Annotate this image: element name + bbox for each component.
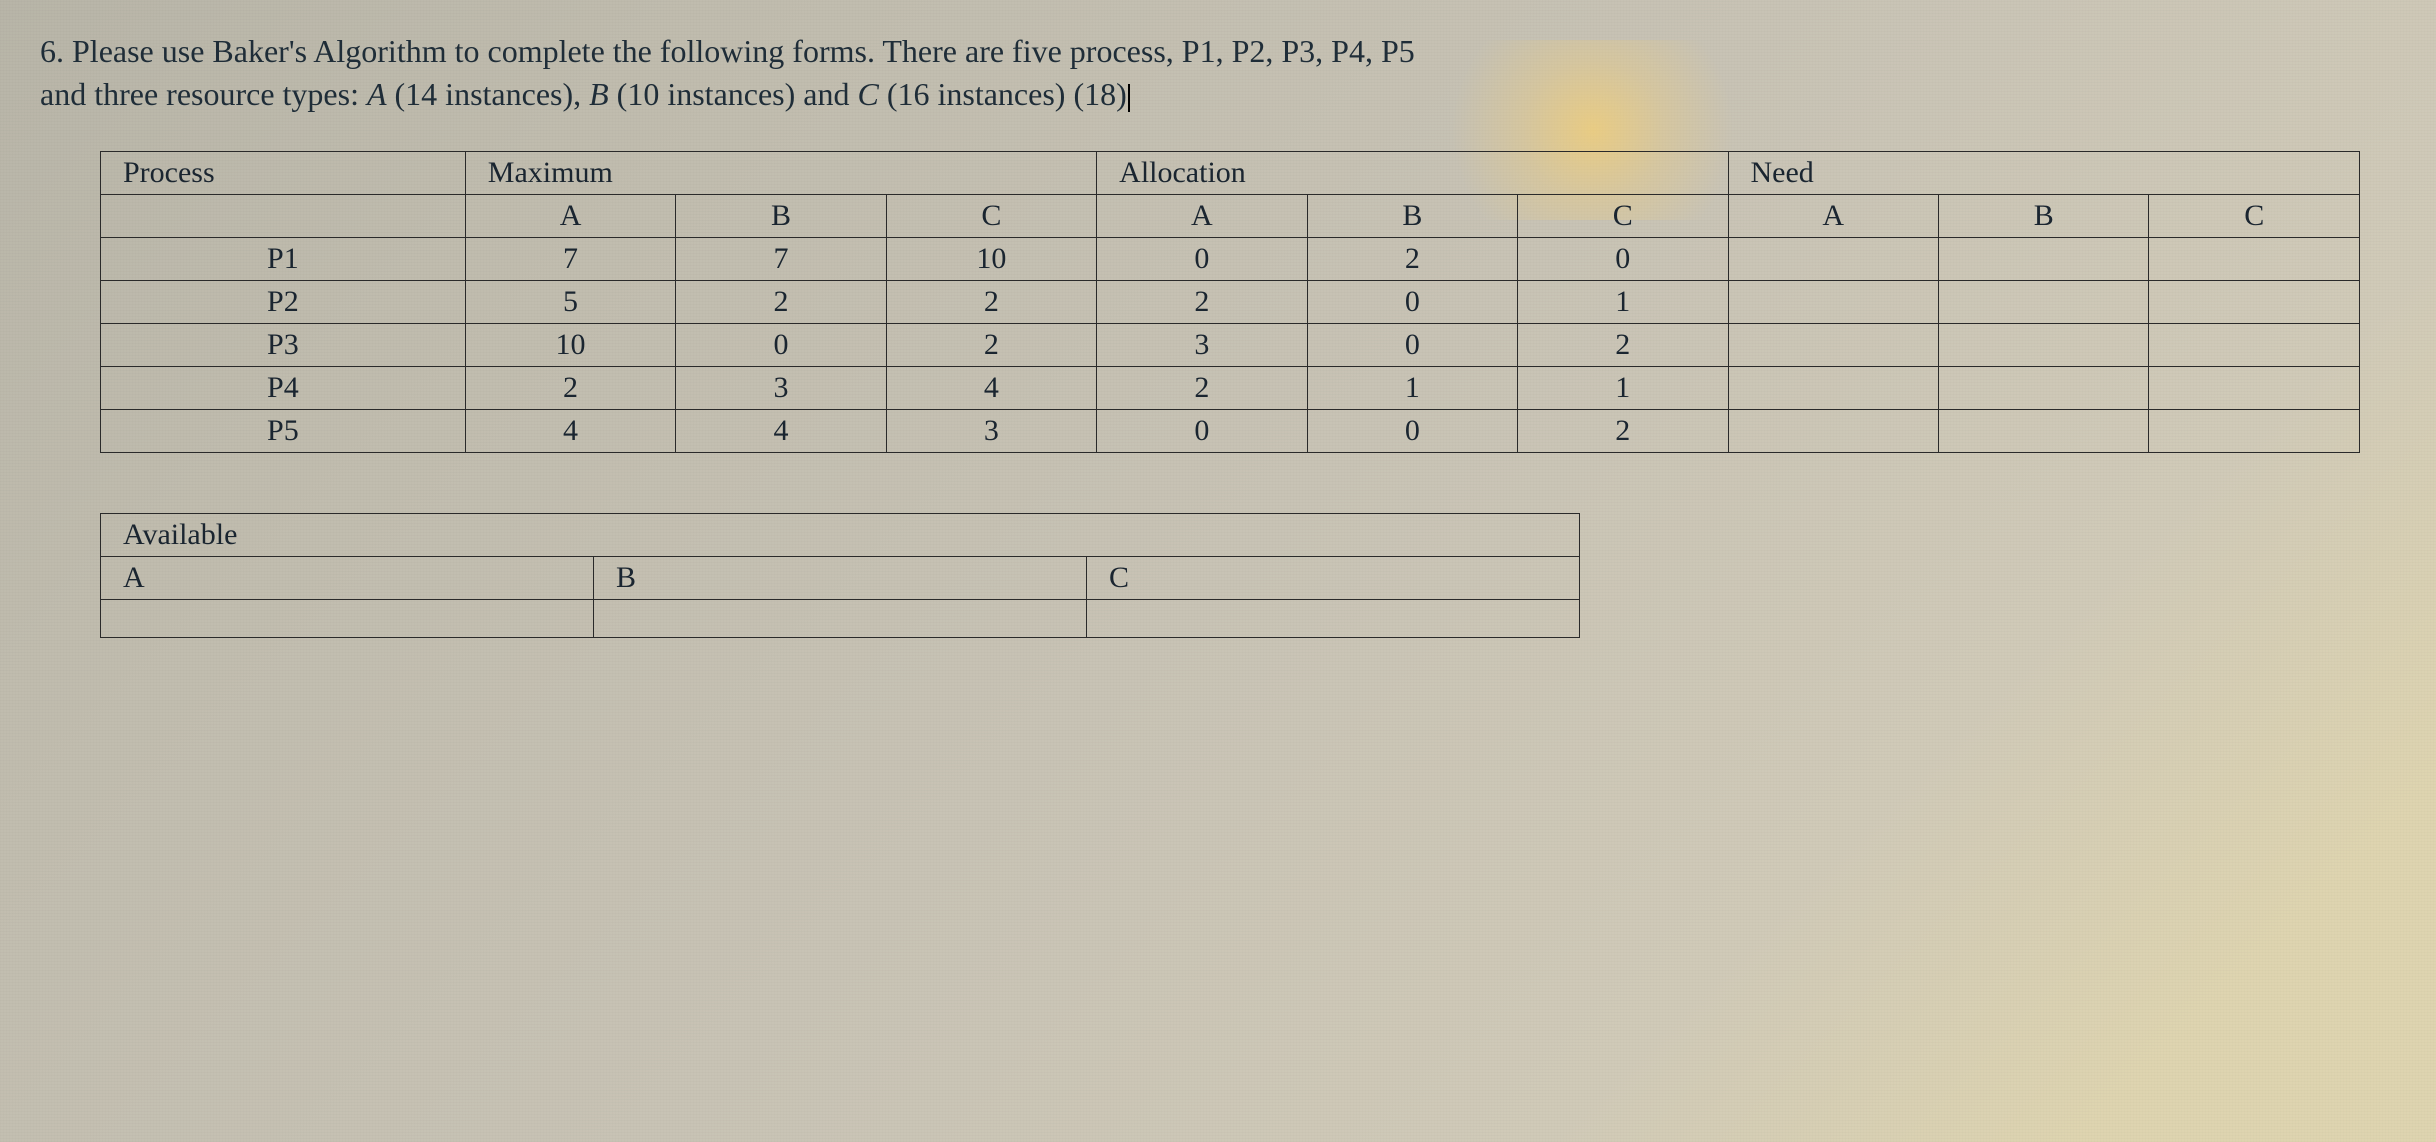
- cell: 4: [676, 410, 886, 453]
- header-process: Process: [101, 152, 466, 195]
- cell: 7: [676, 238, 886, 281]
- main-table: Process Maximum Allocation Need A B C A …: [100, 151, 2360, 453]
- need-cell: [2149, 410, 2360, 453]
- question-part1: Please use Baker's Algorithm to complete…: [72, 33, 1415, 69]
- header-allocation: Allocation: [1097, 152, 1728, 195]
- table-row: P2 5 2 2 2 0 1: [101, 281, 2360, 324]
- avail-b-cell: [594, 600, 1087, 638]
- cell: 0: [676, 324, 886, 367]
- max-b-header: B: [676, 195, 886, 238]
- avail-a-cell: [101, 600, 594, 638]
- question-number: 6.: [40, 33, 64, 69]
- cell: 2: [886, 281, 1096, 324]
- avail-b-header: B: [594, 557, 1087, 600]
- cell: 0: [1097, 410, 1307, 453]
- alloc-c-header: C: [1518, 195, 1728, 238]
- cell: 10: [886, 238, 1096, 281]
- available-header-row: Available: [101, 514, 1580, 557]
- header-available: Available: [101, 514, 1580, 557]
- need-cell: [1938, 324, 2148, 367]
- cell: 3: [676, 367, 886, 410]
- available-table: Available A B C: [100, 513, 1580, 638]
- cell: 1: [1518, 367, 1728, 410]
- header-maximum: Maximum: [465, 152, 1096, 195]
- resource-c-label: C: [857, 76, 878, 112]
- need-cell: [1938, 410, 2148, 453]
- question-part2-prefix: and three resource types:: [40, 76, 367, 112]
- cell: 1: [1518, 281, 1728, 324]
- header-blank: [101, 195, 466, 238]
- header-need: Need: [1728, 152, 2359, 195]
- cell: 0: [1097, 238, 1307, 281]
- question-text: 6. Please use Baker's Algorithm to compl…: [40, 30, 2396, 116]
- cell: 7: [465, 238, 675, 281]
- alloc-b-header: B: [1307, 195, 1517, 238]
- question-points: (18): [1073, 76, 1126, 112]
- cell: 0: [1307, 410, 1517, 453]
- need-cell: [1728, 238, 1938, 281]
- need-cell: [1938, 238, 2148, 281]
- need-cell: [2149, 367, 2360, 410]
- avail-a-header: A: [101, 557, 594, 600]
- table-header-row-2: A B C A B C A B C: [101, 195, 2360, 238]
- need-cell: [2149, 238, 2360, 281]
- need-a-header: A: [1728, 195, 1938, 238]
- cell: 2: [676, 281, 886, 324]
- table-row: P3 10 0 2 3 0 2: [101, 324, 2360, 367]
- cell: 2: [886, 324, 1096, 367]
- cell: 3: [886, 410, 1096, 453]
- proc-cell: P1: [101, 238, 466, 281]
- table-row: P1 7 7 10 0 2 0: [101, 238, 2360, 281]
- cell: 4: [465, 410, 675, 453]
- need-cell: [1728, 410, 1938, 453]
- need-cell: [2149, 324, 2360, 367]
- need-cell: [1728, 324, 1938, 367]
- max-a-header: A: [465, 195, 675, 238]
- need-b-header: B: [1938, 195, 2148, 238]
- cell: 10: [465, 324, 675, 367]
- proc-cell: P5: [101, 410, 466, 453]
- cell: 3: [1097, 324, 1307, 367]
- cell: 2: [465, 367, 675, 410]
- cell: 2: [1518, 410, 1728, 453]
- need-cell: [1938, 367, 2148, 410]
- available-subheader-row: A B C: [101, 557, 1580, 600]
- cell: 2: [1307, 238, 1517, 281]
- table-row: P4 2 3 4 2 1 1: [101, 367, 2360, 410]
- proc-cell: P4: [101, 367, 466, 410]
- resource-b-label: B: [589, 76, 609, 112]
- cell: 0: [1518, 238, 1728, 281]
- cell: 0: [1307, 281, 1517, 324]
- cell: 2: [1097, 367, 1307, 410]
- table-header-row-1: Process Maximum Allocation Need: [101, 152, 2360, 195]
- cell: 5: [465, 281, 675, 324]
- proc-cell: P2: [101, 281, 466, 324]
- need-cell: [1728, 367, 1938, 410]
- cell: 4: [886, 367, 1096, 410]
- cell: 1: [1307, 367, 1517, 410]
- resource-a-count: (14 instances),: [395, 76, 590, 112]
- need-cell: [1938, 281, 2148, 324]
- available-value-row: [101, 600, 1580, 638]
- avail-c-cell: [1087, 600, 1580, 638]
- cell: 2: [1518, 324, 1728, 367]
- proc-cell: P3: [101, 324, 466, 367]
- resource-b-count: (10 instances) and: [617, 76, 858, 112]
- resource-c-count: (16 instances): [887, 76, 1074, 112]
- cell: 2: [1097, 281, 1307, 324]
- avail-c-header: C: [1087, 557, 1580, 600]
- need-cell: [2149, 281, 2360, 324]
- max-c-header: C: [886, 195, 1096, 238]
- need-cell: [1728, 281, 1938, 324]
- need-c-header: C: [2149, 195, 2360, 238]
- cell: 0: [1307, 324, 1517, 367]
- resource-a-label: A: [367, 76, 387, 112]
- text-cursor: [1128, 84, 1130, 112]
- table-row: P5 4 4 3 0 0 2: [101, 410, 2360, 453]
- alloc-a-header: A: [1097, 195, 1307, 238]
